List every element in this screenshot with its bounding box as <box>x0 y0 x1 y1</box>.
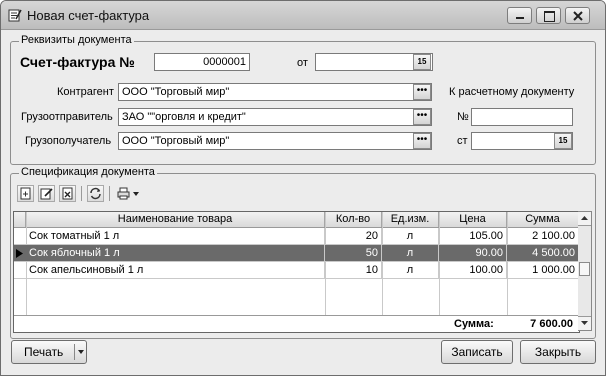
ellipsis-icon: ••• <box>416 134 428 145</box>
ellipsis-icon: ••• <box>416 85 428 96</box>
delete-row-button[interactable] <box>59 185 76 202</box>
column-header[interactable]: Цена <box>439 212 507 227</box>
invoice-number-field[interactable]: 0000001 <box>154 53 250 71</box>
invoice-label: Счет-фактура № <box>20 54 135 70</box>
table-row-selected[interactable]: Сок яблочный 1 л 50 л 90.00 4 500.00 <box>14 245 579 262</box>
cell-unit: л <box>382 228 439 244</box>
shipper-field[interactable]: ЗАО ""орговля и кредит" <box>118 108 432 126</box>
toolbar-separator <box>81 186 82 201</box>
column-header[interactable]: Наименование товара <box>26 212 325 227</box>
shipper-label: Грузоотправитель <box>21 111 113 123</box>
chevron-down-icon <box>78 350 84 354</box>
cell-name: Сок апельсиновый 1 л <box>26 262 325 278</box>
total-label: Сумма: <box>454 318 494 330</box>
toolbar-separator <box>109 186 110 201</box>
cell-qty: 50 <box>325 245 382 261</box>
total-value: 7 600.00 <box>530 318 573 330</box>
settlement-doc-label: К расчетному документу <box>449 86 575 98</box>
cell-sum: 2 100.00 <box>507 228 579 244</box>
cell-price: 105.00 <box>439 228 507 244</box>
items-table: Наименование товара Кол-во Ед.изм. Цена … <box>13 211 580 333</box>
row-pointer-icon <box>16 249 23 258</box>
scroll-up-arrow[interactable] <box>578 212 591 226</box>
consignee-select-button[interactable]: ••• <box>413 133 431 149</box>
calendar-icon[interactable]: 15 <box>554 133 572 149</box>
arrow-up-icon <box>581 216 588 220</box>
st-label: ст <box>457 135 468 147</box>
scroll-down-arrow[interactable] <box>578 316 591 330</box>
cell-qty: 10 <box>325 262 382 278</box>
table-row[interactable]: Сок томатный 1 л 20 л 105.00 2 100.00 <box>14 228 579 245</box>
edit-row-button[interactable] <box>38 185 55 202</box>
add-document-icon <box>20 187 31 200</box>
title-bar: Новая счет-фактура <box>1 1 605 30</box>
vertical-scrollbar[interactable] <box>578 211 592 331</box>
arrow-down-icon <box>581 321 588 325</box>
add-row-button[interactable] <box>17 185 34 202</box>
minimize-icon <box>516 17 524 19</box>
cell-name: Сок томатный 1 л <box>26 228 325 244</box>
calendar-icon[interactable]: 15 <box>413 54 431 70</box>
column-header[interactable]: Ед.изм. <box>382 212 439 227</box>
column-header[interactable]: Сумма <box>507 212 579 227</box>
settlement-number-field[interactable] <box>471 108 573 126</box>
refresh-button[interactable] <box>87 185 104 202</box>
consignee-label: Грузополучатель <box>25 135 112 147</box>
window-title: Новая счет-фактура <box>27 8 150 23</box>
cell-sum: 4 500.00 <box>507 245 579 261</box>
minimize-button[interactable] <box>507 7 532 24</box>
print-button-label: Печать <box>24 345 64 359</box>
from-label: от <box>297 57 308 69</box>
counterparty-label: Контрагент <box>57 86 114 98</box>
cell-qty: 20 <box>325 228 382 244</box>
row-indicator-header <box>14 212 26 227</box>
chevron-down-icon <box>133 192 139 196</box>
cell-sum: 1 000.00 <box>507 262 579 278</box>
edit-icon <box>40 188 53 200</box>
refresh-icon <box>90 187 101 200</box>
scroll-thumb[interactable] <box>579 262 590 276</box>
print-dropdown-button[interactable] <box>115 185 139 202</box>
cell-name: Сок яблочный 1 л <box>26 245 325 261</box>
counterparty-field[interactable]: ООО "Торговый мир" <box>118 83 432 101</box>
ellipsis-icon: ••• <box>416 110 428 121</box>
table-row[interactable]: Сок апельсиновый 1 л 10 л 100.00 1 000.0… <box>14 262 579 279</box>
maximize-icon <box>544 11 555 22</box>
table-header: Наименование товара Кол-во Ед.изм. Цена … <box>14 212 579 228</box>
counterparty-select-button[interactable]: ••• <box>413 84 431 100</box>
close-button[interactable]: Закрыть <box>520 340 596 364</box>
number-label: № <box>457 111 469 123</box>
printer-icon <box>117 187 130 200</box>
requisites-group-title: Реквизиты документа <box>19 34 134 46</box>
spec-group-title: Спецификация документа <box>19 166 157 178</box>
cell-price: 90.00 <box>439 245 507 261</box>
document-edit-icon <box>8 9 22 22</box>
column-header[interactable]: Кол-во <box>325 212 382 227</box>
close-window-button[interactable] <box>565 7 590 24</box>
table-footer: Сумма: 7 600.00 <box>14 315 579 332</box>
invoice-window: Новая счет-фактура Реквизиты документа С… <box>0 0 606 376</box>
cell-price: 100.00 <box>439 262 507 278</box>
save-button[interactable]: Записать <box>441 340 513 364</box>
close-icon <box>573 11 583 21</box>
delete-icon <box>62 187 73 200</box>
shipper-select-button[interactable]: ••• <box>413 109 431 125</box>
consignee-field[interactable]: ООО "Торговый мир" <box>118 132 432 150</box>
print-button[interactable]: Печать <box>11 340 87 364</box>
cell-unit: л <box>382 245 439 261</box>
cell-unit: л <box>382 262 439 278</box>
maximize-button[interactable] <box>536 7 561 24</box>
